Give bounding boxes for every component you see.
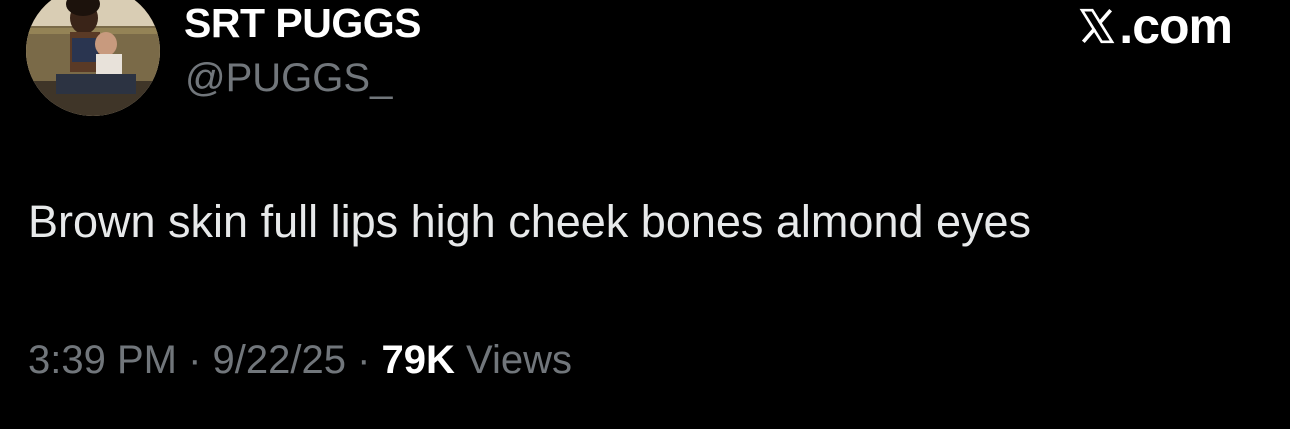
x-com-watermark: .com [1077,0,1233,54]
tweet-date[interactable]: 9/22/25 [213,338,346,382]
avatar-photo [26,0,160,116]
brand-domain-text: .com [1119,0,1233,54]
x-logo-icon [1079,8,1115,44]
tweet-screenshot: SRT PUGGS @PUGGS_ .com Brown skin full l… [0,0,1290,429]
user-handle[interactable]: @PUGGS_ [185,56,392,101]
tweet-time[interactable]: 3:39 PM [28,338,177,382]
tweet-meta: 3:39 PM · 9/22/25 · 79K Views [28,338,572,383]
meta-separator: · [345,338,382,382]
avatar[interactable] [26,0,160,116]
tweet-text: Brown skin full lips high cheek bones al… [28,196,1032,247]
display-name[interactable]: SRT PUGGS [184,0,421,47]
meta-separator: · [176,338,213,382]
views-label: Views [454,338,573,382]
views-count[interactable]: 79K [382,338,455,382]
